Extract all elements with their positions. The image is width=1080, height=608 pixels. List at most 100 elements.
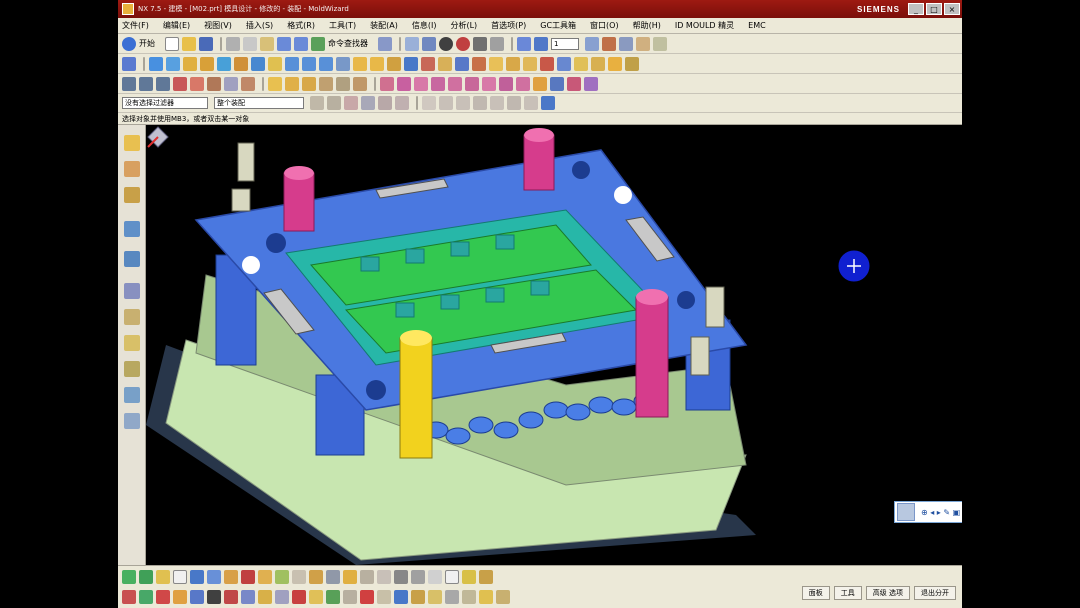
rectangle-icon[interactable] — [156, 76, 170, 91]
slot-icon[interactable] — [251, 56, 265, 71]
cut-icon[interactable] — [226, 36, 240, 51]
bom-icon[interactable] — [428, 570, 442, 584]
new-icon[interactable] — [165, 36, 179, 51]
menu-gc-toolkit[interactable]: GC工具箱 — [540, 20, 576, 31]
offset-face-icon[interactable] — [421, 56, 435, 71]
mold-tool-12-icon[interactable] — [567, 76, 581, 91]
util-15-icon[interactable] — [360, 590, 374, 604]
mold-tool-4-icon[interactable] — [431, 76, 445, 91]
mold-tool-2-icon[interactable] — [397, 76, 411, 91]
extend-curve-icon[interactable] — [302, 76, 316, 91]
util-21-icon[interactable] — [462, 590, 476, 604]
minimize-button[interactable]: _ — [908, 3, 924, 15]
unite-icon[interactable] — [285, 56, 299, 71]
snap-endpoint-icon[interactable] — [344, 96, 358, 110]
project-curve-icon[interactable] — [224, 76, 238, 91]
part-navigator-icon[interactable] — [124, 187, 140, 203]
menu-preferences[interactable]: 首选项(P) — [491, 20, 526, 31]
sub-insert-icon[interactable] — [309, 570, 323, 584]
snap-point-icon[interactable] — [422, 96, 436, 110]
view-snap-widget[interactable]: ⊕ ◂ ▸ ✎ ▣ — [894, 501, 962, 523]
hole-table-icon[interactable] — [479, 570, 493, 584]
snap-on-face-icon[interactable] — [507, 96, 521, 110]
family-mold-icon[interactable] — [207, 570, 221, 584]
mold-init-icon[interactable] — [122, 570, 136, 584]
advanced-options-button[interactable]: 高级 选项 — [865, 586, 910, 600]
filter-reset-icon[interactable] — [327, 96, 341, 110]
copy-icon[interactable] — [243, 36, 257, 51]
patch-icon[interactable] — [489, 56, 503, 71]
zoom-icon[interactable] — [422, 36, 436, 51]
snap-midpoint-icon[interactable] — [361, 96, 375, 110]
divide-curve-icon[interactable] — [336, 76, 350, 91]
polygon-icon[interactable] — [173, 76, 187, 91]
edge-blend-icon[interactable] — [353, 56, 367, 71]
util-10-icon[interactable] — [275, 590, 289, 604]
util-8-icon[interactable] — [241, 590, 255, 604]
mold-csys-icon[interactable] — [139, 570, 153, 584]
util-16-icon[interactable] — [377, 590, 391, 604]
snap-existing-icon[interactable] — [473, 96, 487, 110]
mold-tool-7-icon[interactable] — [482, 76, 496, 91]
util-20-icon[interactable] — [445, 590, 459, 604]
join-curve-icon[interactable] — [319, 76, 333, 91]
customize-icon[interactable] — [653, 36, 667, 51]
menu-insert[interactable]: 插入(S) — [246, 20, 273, 31]
edge-icon[interactable] — [456, 36, 470, 51]
mold-tool-13-icon[interactable] — [584, 76, 598, 91]
background-icon[interactable] — [490, 36, 504, 51]
display-mode-icon[interactable] — [473, 36, 487, 51]
process-studio-icon[interactable] — [124, 361, 140, 377]
command-finder-label[interactable]: 命令查找器 — [328, 38, 368, 49]
parting-icon[interactable] — [224, 570, 238, 584]
offset-curve-icon[interactable] — [207, 76, 221, 91]
ejector-icon[interactable] — [275, 570, 289, 584]
boss-icon[interactable] — [200, 56, 214, 71]
line-icon[interactable] — [122, 76, 136, 91]
component-drawing-icon[interactable] — [462, 570, 476, 584]
util-11-icon[interactable] — [292, 590, 306, 604]
snap-control-icon[interactable] — [378, 96, 392, 110]
mold-tool-6-icon[interactable] — [465, 76, 479, 91]
menu-edit[interactable]: 编辑(E) — [163, 20, 190, 31]
menu-tools[interactable]: 工具(T) — [329, 20, 356, 31]
snap-on-curve-icon[interactable] — [490, 96, 504, 110]
roles-icon[interactable] — [124, 387, 140, 403]
shrinkage-icon[interactable] — [156, 570, 170, 584]
menu-info[interactable]: 信息(I) — [412, 20, 437, 31]
menu-emc[interactable]: EMC — [748, 21, 766, 30]
menu-view[interactable]: 视图(V) — [204, 20, 232, 31]
menu-id-mould[interactable]: ID MOULD 精灵 — [675, 20, 734, 31]
util-17-icon[interactable] — [394, 590, 408, 604]
filter-option-icon[interactable] — [310, 96, 324, 110]
layer-select[interactable]: 1 — [551, 37, 579, 50]
draft-icon[interactable] — [387, 56, 401, 71]
intersection-curve-icon[interactable] — [241, 76, 255, 91]
gate-icon[interactable] — [326, 570, 340, 584]
split-body-icon[interactable] — [523, 56, 537, 71]
moldbase-icon[interactable] — [241, 570, 255, 584]
intersect-icon[interactable] — [319, 56, 333, 71]
spline-icon[interactable] — [190, 76, 204, 91]
util-9-icon[interactable] — [258, 590, 272, 604]
constraint-navigator-icon[interactable] — [124, 161, 140, 177]
web-browser-icon[interactable] — [124, 283, 140, 299]
menu-analysis[interactable]: 分析(L) — [450, 20, 477, 31]
snap-arrows-icon[interactable]: ⊕ ◂ ▸ ✎ ▣ — [921, 508, 960, 517]
resize-face-icon[interactable] — [591, 56, 605, 71]
reuse-library-icon[interactable] — [124, 221, 140, 237]
history-icon[interactable] — [124, 309, 140, 325]
chamfer-icon[interactable] — [370, 56, 384, 71]
menu-window[interactable]: 窗口(O) — [590, 20, 619, 31]
util-13-icon[interactable] — [326, 590, 340, 604]
snap-3d-icon[interactable] — [541, 96, 555, 110]
util-22-icon[interactable] — [479, 590, 493, 604]
save-icon[interactable] — [199, 36, 213, 51]
analysis-icon[interactable] — [602, 36, 616, 51]
undo-icon[interactable] — [277, 36, 291, 51]
slide-lifter-icon[interactable] — [292, 570, 306, 584]
mold-tool-5-icon[interactable] — [448, 76, 462, 91]
util-6-icon[interactable] — [207, 590, 221, 604]
util-1-icon[interactable] — [122, 590, 136, 604]
tools-button[interactable]: 工具 — [833, 586, 862, 600]
